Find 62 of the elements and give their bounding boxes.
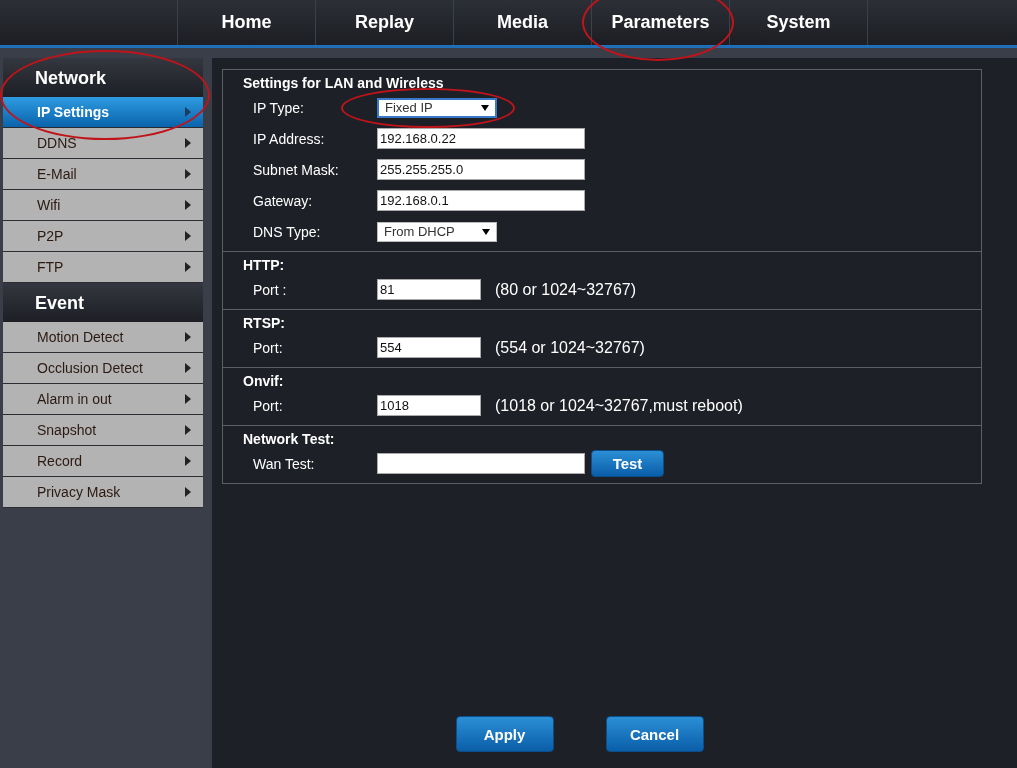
field-label: Gateway: (253, 192, 314, 209)
nav-tab[interactable]: Home (178, 0, 316, 45)
triangle-icon (185, 456, 191, 466)
action-button[interactable]: Apply (455, 716, 554, 752)
field-label: Port : (253, 281, 288, 298)
triangle-icon (185, 425, 191, 435)
group-title: Onvif: (243, 372, 285, 390)
group-title: Network Test: (243, 430, 336, 448)
input-field[interactable]: 192.168.0.1 (377, 190, 585, 211)
test-button[interactable]: Test (591, 450, 664, 477)
sidebar-item[interactable]: P2P (3, 221, 203, 252)
sidebar-item[interactable]: DDNS (3, 128, 203, 159)
triangle-icon (185, 200, 191, 210)
sidebar-item[interactable]: Alarm in out (3, 384, 203, 415)
caret-icon (482, 228, 490, 235)
field-label: IP Address: (253, 130, 326, 147)
group-title: RTSP: (243, 314, 286, 332)
field-label: Port: (253, 339, 284, 356)
nav-tab[interactable]: Replay (316, 0, 454, 45)
dropdown[interactable]: Fixed IP (377, 97, 497, 118)
field-label: Subnet Mask: (253, 161, 340, 178)
input-field[interactable]: 81 (377, 279, 481, 300)
sidebar-item[interactable]: IP Settings (3, 97, 203, 128)
triangle-icon (185, 107, 191, 117)
range-hint: (554 or 1024~32767) (495, 338, 645, 357)
range-hint: (80 or 1024~32767) (495, 280, 636, 299)
sidebar-item[interactable]: Motion Detect (3, 322, 203, 353)
nav-tab[interactable]: Media (454, 0, 592, 45)
input-field[interactable]: 255.255.255.0 (377, 159, 585, 180)
caret-icon (481, 104, 489, 111)
section-header: Event (3, 283, 203, 322)
sidebar-item[interactable]: FTP (3, 252, 203, 283)
input-field[interactable]: 1018 (377, 395, 481, 416)
field-label: Wan Test: (253, 455, 316, 472)
input-field[interactable]: 554 (377, 337, 481, 358)
group-title: HTTP: (243, 256, 286, 274)
sidebar-item[interactable]: Record (3, 446, 203, 477)
triangle-icon (185, 487, 191, 497)
nav-tab[interactable]: Parameters (592, 0, 730, 45)
triangle-icon (185, 262, 191, 272)
dropdown[interactable]: From DHCP (377, 221, 497, 242)
field-label: Port: (253, 397, 284, 414)
section-header: Network (3, 58, 203, 97)
triangle-icon (185, 363, 191, 373)
range-hint: (1018 or 1024~32767,must reboot) (495, 396, 743, 415)
triangle-icon (185, 394, 191, 404)
sidebar-item[interactable]: Privacy Mask (3, 477, 203, 508)
triangle-icon (185, 332, 191, 342)
sidebar-item[interactable]: Occlusion Detect (3, 353, 203, 384)
nav-tab[interactable]: System (730, 0, 868, 45)
sidebar-item[interactable]: Snapshot (3, 415, 203, 446)
group-title: Settings for LAN and Wireless (243, 74, 445, 92)
sidebar-item[interactable]: E-Mail (3, 159, 203, 190)
input-field[interactable]: 192.168.0.22 (377, 128, 585, 149)
triangle-icon (185, 169, 191, 179)
triangle-icon (185, 231, 191, 241)
input-field[interactable] (377, 453, 585, 474)
triangle-icon (185, 138, 191, 148)
field-label: DNS Type: (253, 223, 322, 240)
action-button[interactable]: Cancel (605, 716, 704, 752)
sidebar-item[interactable]: Wifi (3, 190, 203, 221)
field-label: IP Type: (253, 99, 305, 116)
